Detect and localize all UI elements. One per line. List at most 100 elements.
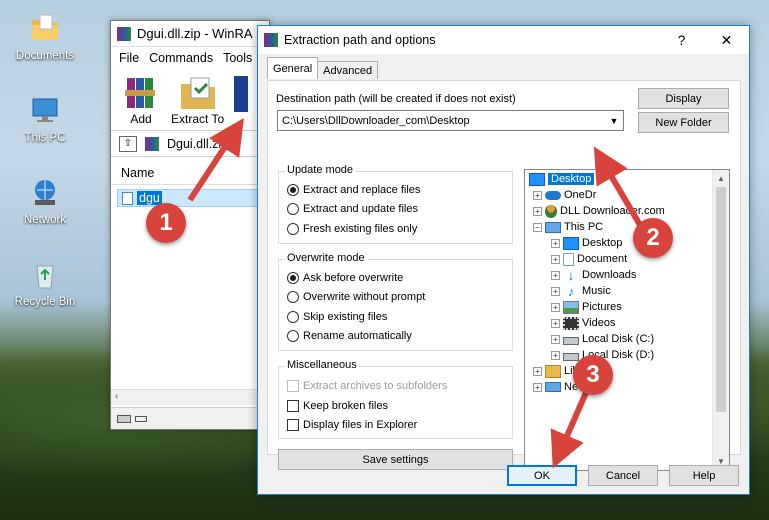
tree-item-pictures[interactable]: + Pictures	[551, 299, 622, 315]
dialog-app-icon	[264, 33, 278, 47]
menu-commands[interactable]: Commands	[149, 51, 213, 65]
expand-icon[interactable]: +	[551, 302, 560, 312]
file-name: dgu	[137, 191, 162, 205]
close-button[interactable]: ✕	[704, 26, 749, 54]
tree-item-documents[interactable]: + Document	[551, 251, 627, 267]
document-icon	[563, 252, 574, 266]
tree-vertical-scrollbar[interactable]: ▲ ▼	[712, 170, 729, 470]
file-list-item[interactable]: dgu	[117, 189, 263, 207]
expand-icon[interactable]: +	[551, 286, 560, 296]
display-button[interactable]: Display	[638, 88, 729, 109]
tree-item-downloads[interactable]: + ↓ Downloads	[551, 267, 636, 283]
expand-icon[interactable]: +	[533, 190, 542, 200]
overwrite-option-ask[interactable]: Ask before overwrite	[287, 272, 403, 284]
archive-icon	[145, 136, 159, 151]
expand-icon[interactable]: +	[533, 206, 542, 216]
libraries-icon	[545, 364, 561, 378]
expand-icon[interactable]: +	[533, 382, 542, 392]
overwrite-option-skip[interactable]: Skip existing files	[287, 311, 387, 323]
desktop-icon-network[interactable]: Network	[7, 176, 83, 226]
menu-file[interactable]: File	[119, 51, 139, 65]
dialog-titlebar[interactable]: Extraction path and options ? ✕	[258, 26, 749, 54]
horizontal-scrollbar[interactable]: ‹	[111, 389, 269, 405]
tab-general[interactable]: General	[267, 57, 319, 79]
recycle-bin-icon	[28, 258, 62, 292]
tree-item-onedrive[interactable]: + OneDr	[533, 187, 596, 203]
desktop-icon	[563, 236, 579, 250]
overwrite-mode-title: Overwrite mode	[285, 252, 367, 264]
tree-label: Pictures	[582, 301, 622, 313]
expand-icon[interactable]: +	[551, 318, 560, 328]
radio-icon[interactable]	[287, 330, 299, 342]
destination-path-combo[interactable]: C:\Users\DllDownloader_com\Desktop ▼	[277, 110, 624, 131]
tree-label: This PC	[564, 221, 604, 233]
scroll-thumb[interactable]	[716, 187, 726, 412]
checkbox-icon[interactable]	[287, 419, 299, 431]
tree-item-desktop[interactable]: + Desktop	[551, 235, 622, 251]
folder-tree[interactable]: Desktop + OneDr + DLL Downloader.com − T…	[524, 169, 730, 471]
cancel-button[interactable]: Cancel	[588, 465, 658, 486]
expand-icon[interactable]: +	[551, 254, 560, 264]
collapse-icon[interactable]: −	[533, 222, 542, 232]
help-button[interactable]: Help	[669, 465, 739, 486]
tree-item-this-pc[interactable]: − This PC	[533, 219, 603, 235]
film-icon	[563, 316, 579, 330]
radio-icon[interactable]	[287, 311, 299, 323]
ok-button[interactable]: OK	[507, 465, 577, 486]
misc-option-keep-broken[interactable]: Keep broken files	[287, 400, 388, 412]
desktop-icon	[529, 172, 545, 186]
expand-icon[interactable]: +	[551, 350, 560, 360]
extract-to-label: Extract To	[171, 112, 225, 126]
add-label: Add	[130, 112, 152, 126]
expand-icon[interactable]: +	[551, 270, 560, 280]
update-option-extract-update[interactable]: Extract and update files	[287, 203, 418, 215]
radio-icon[interactable]	[287, 184, 299, 196]
up-folder-icon[interactable]: ⇧	[119, 135, 137, 152]
save-settings-button[interactable]: Save settings	[278, 449, 513, 470]
tree-label: Document	[577, 253, 628, 265]
winrar-titlebar[interactable]: Dgui.dll.zip - WinRA	[111, 21, 269, 47]
chevron-down-icon[interactable]: ▼	[605, 111, 623, 130]
scroll-left-icon[interactable]: ‹	[115, 391, 118, 402]
help-title-button[interactable]: ?	[659, 26, 704, 54]
tree-item-music[interactable]: + ♪ Music	[551, 283, 611, 299]
new-folder-button[interactable]: New Folder	[638, 112, 729, 133]
misc-option-display-explorer[interactable]: Display files in Explorer	[287, 419, 417, 431]
radio-icon[interactable]	[287, 272, 299, 284]
tree-item-user[interactable]: + DLL Downloader.com	[533, 203, 665, 219]
update-option-extract-replace[interactable]: Extract and replace files	[287, 184, 420, 196]
expand-icon[interactable]: +	[533, 366, 542, 376]
overwrite-option-rename[interactable]: Rename automatically	[287, 330, 412, 342]
extract-to-button[interactable]: Extract To	[171, 73, 224, 126]
expand-icon[interactable]: +	[551, 334, 560, 344]
tree-item-local-disk-c[interactable]: + Local Disk (C:)	[551, 331, 654, 347]
desktop-icon-label: Network	[23, 214, 67, 226]
step-badge-1: 1	[146, 203, 186, 243]
expand-icon[interactable]: +	[551, 238, 560, 248]
menu-tools[interactable]: Tools	[223, 51, 252, 65]
option-label: Display files in Explorer	[303, 419, 418, 431]
tree-item-videos[interactable]: + Videos	[551, 315, 615, 331]
download-arrow-icon: ↓	[567, 266, 575, 283]
tree-label: Videos	[582, 317, 616, 329]
desktop-icon-documents[interactable]: Documents	[7, 12, 83, 62]
add-button[interactable]: Add	[121, 73, 161, 126]
radio-icon[interactable]	[287, 203, 299, 215]
winrar-toolbar: Add Extract To	[111, 69, 269, 131]
desktop-icon-this-pc[interactable]: This PC	[7, 94, 83, 144]
tree-item-desktop-root[interactable]: Desktop	[529, 171, 595, 187]
tree-item-network[interactable]: + Ne	[533, 379, 578, 395]
overwrite-option-without-prompt[interactable]: Overwrite without prompt	[287, 291, 425, 303]
update-option-fresh[interactable]: Fresh existing files only	[287, 223, 417, 235]
radio-icon[interactable]	[287, 291, 299, 303]
tree-label: Desktop	[548, 173, 595, 185]
folder-icon	[28, 12, 62, 46]
winrar-window: Dgui.dll.zip - WinRA File Commands Tools…	[110, 20, 270, 430]
radio-icon[interactable]	[287, 223, 299, 235]
scroll-up-icon[interactable]: ▲	[713, 170, 729, 187]
column-header-name[interactable]: Name	[111, 161, 269, 185]
toolbar-button-partial[interactable]	[234, 73, 249, 126]
tab-advanced[interactable]: Advanced	[317, 61, 379, 79]
checkbox-icon[interactable]	[287, 400, 299, 412]
desktop-icon-recycle-bin[interactable]: Recycle Bin	[7, 258, 83, 308]
